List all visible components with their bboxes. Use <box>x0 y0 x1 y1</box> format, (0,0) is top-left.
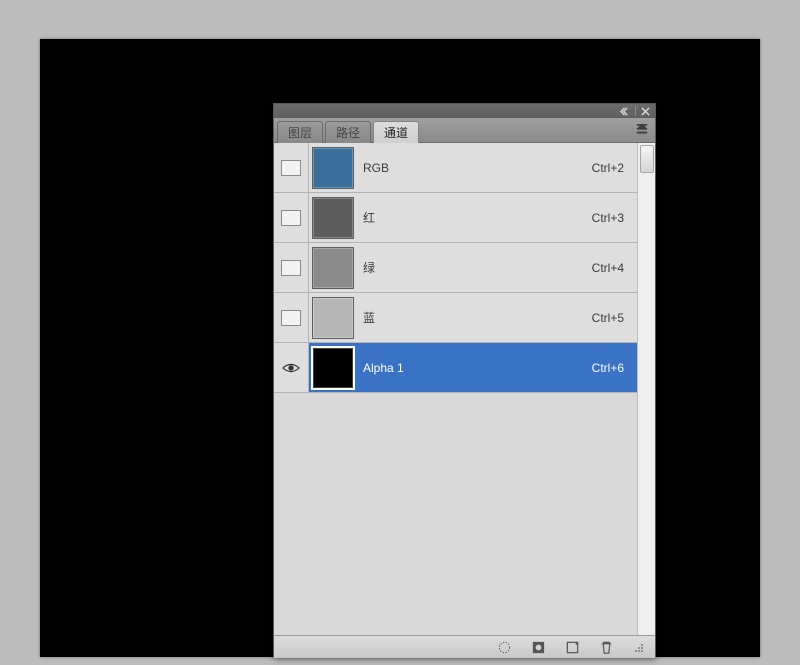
load-selection-icon[interactable] <box>495 639 513 655</box>
scrollbar-thumb[interactable] <box>640 145 654 173</box>
panel-footer <box>274 635 655 658</box>
channel-name: 蓝 <box>363 311 375 325</box>
channel-thumbnail[interactable] <box>309 243 357 292</box>
delete-channel-icon[interactable] <box>597 639 615 655</box>
collapse-left-icon[interactable] <box>620 106 631 117</box>
channel-thumbnail[interactable] <box>309 293 357 342</box>
close-icon[interactable] <box>640 106 651 117</box>
visibility-toggle[interactable] <box>274 343 309 392</box>
visibility-off-icon <box>281 160 301 176</box>
tab-label: 路径 <box>336 124 360 141</box>
swatch <box>311 346 355 390</box>
channel-name: RGB <box>363 161 389 175</box>
visibility-toggle[interactable] <box>274 293 309 342</box>
tab-paths[interactable]: 路径 <box>325 121 371 143</box>
channel-thumbnail[interactable] <box>309 143 357 192</box>
workspace: 图层 路径 通道 RGB Ctrl+2 <box>0 0 800 665</box>
channel-shortcut: Ctrl+2 <box>592 161 624 175</box>
swatch <box>312 147 354 189</box>
tab-layers[interactable]: 图层 <box>277 121 323 143</box>
channels-list: RGB Ctrl+2 红 Ctrl+3 <box>274 143 639 635</box>
channel-shortcut: Ctrl+4 <box>592 261 624 275</box>
channel-shortcut: Ctrl+3 <box>592 211 624 225</box>
channel-shortcut: Ctrl+5 <box>592 311 624 325</box>
scrollbar-vertical[interactable] <box>637 143 655 635</box>
channel-row-red[interactable]: 红 Ctrl+3 <box>274 193 638 243</box>
channel-name: 红 <box>363 211 375 225</box>
channel-thumbnail[interactable] <box>309 343 357 392</box>
visibility-toggle[interactable] <box>274 193 309 242</box>
visibility-toggle[interactable] <box>274 143 309 192</box>
channel-thumbnail[interactable] <box>309 193 357 242</box>
tab-label: 通道 <box>384 124 408 141</box>
channel-name: 绿 <box>363 261 375 275</box>
swatch <box>312 297 354 339</box>
channel-name: Alpha 1 <box>363 361 404 375</box>
visibility-off-icon <box>281 210 301 226</box>
visibility-off-icon <box>281 260 301 276</box>
new-channel-icon[interactable] <box>563 639 581 655</box>
channel-row-green[interactable]: 绿 Ctrl+4 <box>274 243 638 293</box>
channel-shortcut: Ctrl+6 <box>592 361 624 375</box>
save-selection-as-channel-icon[interactable] <box>529 639 547 655</box>
divider <box>635 106 636 116</box>
resize-grip-icon[interactable] <box>631 640 645 654</box>
channel-row-alpha-1[interactable]: Alpha 1 Ctrl+6 <box>274 343 638 393</box>
channel-row-rgb[interactable]: RGB Ctrl+2 <box>274 143 638 193</box>
channels-body: RGB Ctrl+2 红 Ctrl+3 <box>274 143 655 635</box>
tab-label: 图层 <box>288 124 312 141</box>
panel-menu-icon[interactable] <box>633 122 651 138</box>
channel-row-blue[interactable]: 蓝 Ctrl+5 <box>274 293 638 343</box>
visibility-toggle[interactable] <box>274 243 309 292</box>
swatch <box>312 197 354 239</box>
swatch <box>312 247 354 289</box>
tab-channels[interactable]: 通道 <box>373 121 419 143</box>
visibility-off-icon <box>281 310 301 326</box>
visibility-on-eye-icon <box>281 361 301 375</box>
panel-header <box>274 104 655 118</box>
panel-tab-strip: 图层 路径 通道 <box>274 118 655 143</box>
channels-panel: 图层 路径 通道 RGB Ctrl+2 <box>273 103 656 657</box>
